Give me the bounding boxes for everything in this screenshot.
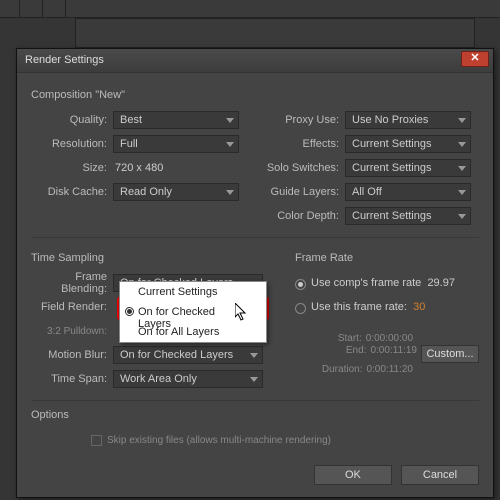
- composition-header: Composition "New": [31, 89, 479, 101]
- fieldrender-label: Field Render:: [31, 301, 113, 313]
- start-value: 0:00:00:00: [366, 333, 413, 344]
- quality-dropdown[interactable]: Best: [113, 111, 239, 129]
- solo-label: Solo Switches:: [265, 162, 345, 174]
- usethis-radio[interactable]: [295, 303, 306, 314]
- duration-value: 0:00:11:20: [366, 364, 413, 375]
- resolution-dropdown[interactable]: Full: [113, 135, 239, 153]
- colordepth-label: Color Depth:: [265, 210, 345, 222]
- effects-label: Effects:: [265, 138, 345, 150]
- proxy-dropdown[interactable]: Use No Proxies: [345, 111, 471, 129]
- size-label: Size:: [31, 162, 113, 174]
- end-value: 0:00:11:19: [370, 345, 417, 363]
- end-label: End:: [346, 345, 367, 363]
- cursor-icon: [235, 303, 249, 321]
- size-value: 720 x 480: [113, 162, 163, 174]
- motionblur-dropdown[interactable]: On for Checked Layers: [113, 346, 263, 364]
- usethis-value[interactable]: 30: [413, 301, 425, 313]
- colordepth-dropdown[interactable]: Current Settings: [345, 207, 471, 225]
- quality-label: Quality:: [31, 114, 113, 126]
- menu-item-current[interactable]: Current Settings: [120, 282, 266, 302]
- toolbar-icon[interactable]: [0, 0, 20, 18]
- guide-label: Guide Layers:: [265, 186, 345, 198]
- resolution-label: Resolution:: [31, 138, 113, 150]
- timespan-dropdown[interactable]: Work Area Only: [113, 370, 263, 388]
- titlebar: Render Settings ✕: [17, 49, 493, 73]
- start-label: Start:: [338, 333, 362, 344]
- ok-button[interactable]: OK: [314, 465, 392, 485]
- frameblend-label: Frame Blending:: [31, 271, 113, 295]
- diskcache-dropdown[interactable]: Read Only: [113, 183, 239, 201]
- framerate-header: Frame Rate: [295, 252, 479, 264]
- toolbar-icon[interactable]: [23, 0, 43, 18]
- options-header: Options: [31, 409, 479, 421]
- timesampling-header: Time Sampling: [31, 252, 287, 264]
- custom-button[interactable]: Custom...: [421, 345, 479, 363]
- skip-checkbox: [91, 435, 102, 446]
- bg-panel: [75, 18, 475, 48]
- guide-dropdown[interactable]: All Off: [345, 183, 471, 201]
- effects-dropdown[interactable]: Current Settings: [345, 135, 471, 153]
- usecomp-radio[interactable]: [295, 279, 306, 290]
- diskcache-label: Disk Cache:: [31, 186, 113, 198]
- skip-label: Skip existing files (allows multi-machin…: [107, 435, 331, 446]
- motionblur-label: Motion Blur:: [31, 349, 113, 361]
- pulldown-label: 3:2 Pulldown:: [31, 326, 113, 337]
- usecomp-label: Use comp's frame rate: [311, 277, 421, 289]
- proxy-label: Proxy Use:: [265, 114, 345, 126]
- usethis-label: Use this frame rate:: [311, 301, 407, 313]
- toolbar-icon[interactable]: [46, 0, 66, 18]
- usecomp-value: 29.97: [427, 277, 455, 289]
- dialog-title: Render Settings: [25, 54, 104, 66]
- solo-dropdown[interactable]: Current Settings: [345, 159, 471, 177]
- duration-label: Duration:: [322, 364, 363, 375]
- timespan-label: Time Span:: [31, 373, 113, 385]
- render-settings-dialog: Render Settings ✕ Composition "New" Qual…: [16, 48, 494, 498]
- cancel-button[interactable]: Cancel: [401, 465, 479, 485]
- close-button[interactable]: ✕: [461, 51, 489, 67]
